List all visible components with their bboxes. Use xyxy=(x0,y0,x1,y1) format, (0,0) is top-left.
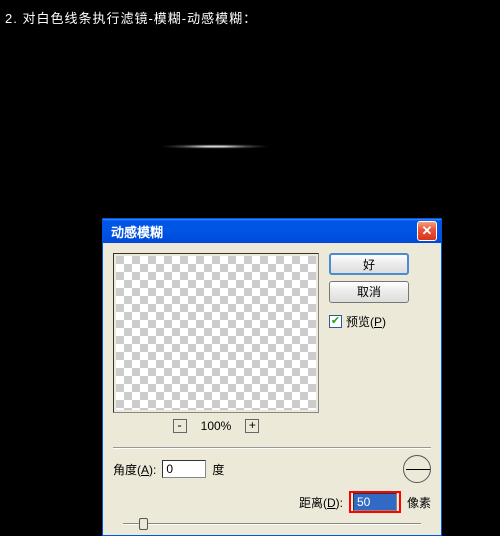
angle-label: 角度(A): xyxy=(113,461,156,478)
distance-row: 距离(D): 像素 xyxy=(113,491,431,513)
angle-unit: 度 xyxy=(212,461,224,478)
distance-input[interactable] xyxy=(353,493,397,511)
cancel-button[interactable]: 取消 xyxy=(329,281,409,303)
preview-label: 预览(P) xyxy=(346,313,386,330)
ok-button[interactable]: 好 xyxy=(329,253,409,275)
check-icon: ✔ xyxy=(329,315,342,328)
tutorial-caption: 2. 对白色线条执行滤镜-模糊-动感模糊： xyxy=(0,0,500,35)
preview-checkbox[interactable]: ✔ 预览(P) xyxy=(329,313,431,330)
motion-blur-dialog: 动感模糊 ✕ - 100% + 好 取消 ✔ 预览(P) xyxy=(102,218,442,536)
dialog-title: 动感模糊 xyxy=(111,222,417,241)
slider-thumb[interactable] xyxy=(139,518,148,530)
angle-row: 角度(A): 度 xyxy=(113,455,431,483)
close-button[interactable]: ✕ xyxy=(417,221,437,241)
zoom-in-button[interactable]: + xyxy=(245,419,259,433)
angle-input[interactable] xyxy=(162,460,206,478)
zoom-out-button[interactable]: - xyxy=(173,419,187,433)
divider xyxy=(113,447,431,449)
distance-unit: 像素 xyxy=(407,494,431,511)
close-icon: ✕ xyxy=(422,223,433,239)
preview-frame xyxy=(113,253,319,413)
zoom-level: 100% xyxy=(201,419,232,433)
result-preview-streak xyxy=(160,145,270,148)
angle-dial[interactable] xyxy=(403,455,431,483)
distance-highlight xyxy=(349,491,401,513)
slider-track xyxy=(123,523,421,525)
distance-slider[interactable] xyxy=(123,521,421,527)
preview-canvas[interactable] xyxy=(116,256,316,410)
dialog-titlebar[interactable]: 动感模糊 ✕ xyxy=(103,219,441,243)
distance-label: 距离(D): xyxy=(299,494,343,511)
